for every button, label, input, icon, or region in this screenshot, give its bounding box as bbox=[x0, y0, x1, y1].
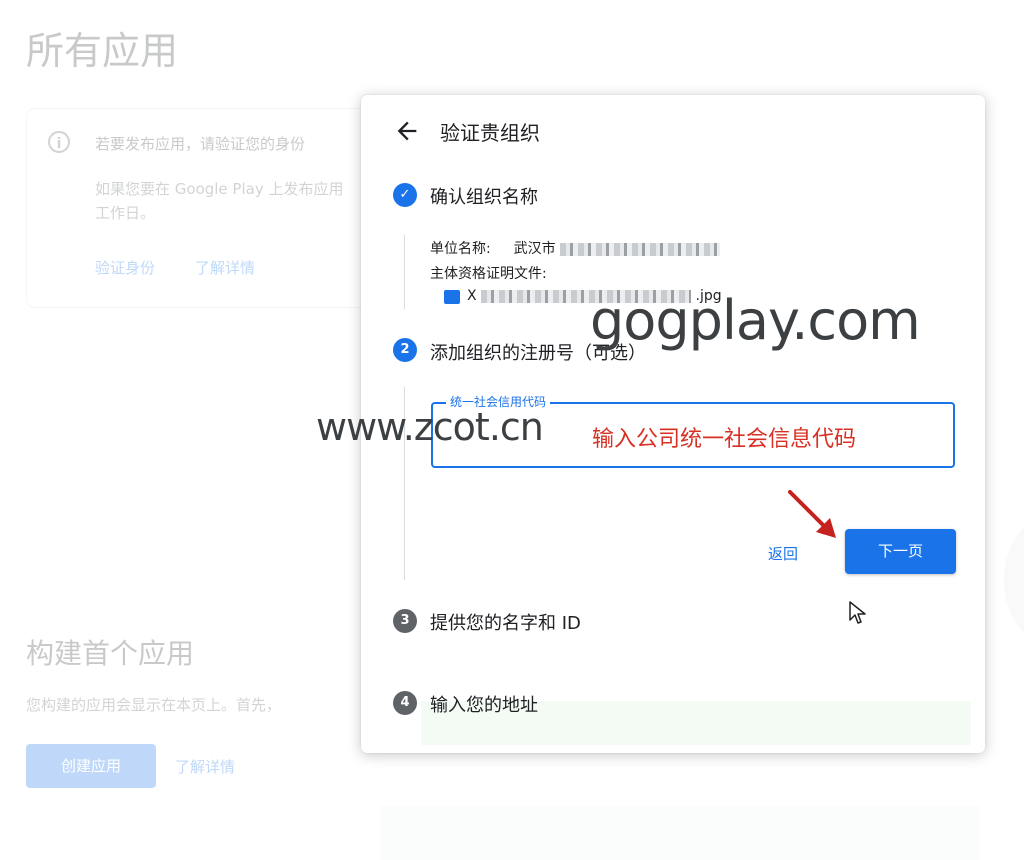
back-button[interactable]: 返回 bbox=[768, 543, 798, 564]
image-file-icon bbox=[444, 290, 460, 304]
decorative-circle bbox=[1004, 520, 1024, 640]
doc-label: 主体资格证明文件: bbox=[430, 266, 547, 282]
step-3-label[interactable]: 提供您的名字和 ID bbox=[430, 609, 581, 635]
step-1-check-icon: ✓ bbox=[393, 183, 417, 207]
next-button[interactable]: 下一页 bbox=[845, 529, 956, 574]
doc-file-prefix: X bbox=[467, 288, 477, 304]
create-app-button[interactable]: 创建应用 bbox=[26, 744, 156, 788]
step-4-label[interactable]: 输入您的地址 bbox=[430, 691, 538, 717]
redacted-org-name bbox=[560, 242, 721, 256]
section-title: 构建首个应用 bbox=[26, 637, 195, 670]
credit-code-hint: 输入公司统一社会信息代码 bbox=[592, 427, 857, 452]
notice-title: 若要发布应用，请验证您的身份 bbox=[95, 135, 306, 153]
org-name-value: 武汉市 bbox=[513, 241, 556, 257]
learn-more-link-2[interactable]: 了解详情 bbox=[175, 756, 235, 777]
step-3-badge: 3 bbox=[393, 609, 417, 633]
org-name-label: 单位名称: bbox=[430, 241, 491, 257]
page-title: 所有应用 bbox=[26, 29, 179, 73]
footer-bar bbox=[380, 806, 980, 860]
org-name-row: 单位名称: 武汉市 bbox=[430, 238, 721, 258]
step-1-label[interactable]: 确认组织名称 bbox=[430, 183, 538, 209]
verify-identity-link[interactable]: 验证身份 bbox=[95, 257, 155, 278]
notice-body: 如果您要在 Google Play 上发布应用 工作日。 bbox=[95, 180, 344, 222]
watermark-zcot: www.zcot.cn bbox=[316, 405, 544, 449]
red-arrow-icon bbox=[788, 490, 836, 538]
info-icon: i bbox=[48, 131, 70, 153]
learn-more-link[interactable]: 了解详情 bbox=[195, 257, 255, 278]
watermark-gogplay: gogplay.com bbox=[590, 289, 921, 352]
step-1-connector bbox=[404, 235, 405, 309]
dialog-title: 验证贵组织 bbox=[440, 121, 540, 145]
section-body: 您构建的应用会显示在本页上。首先， bbox=[26, 696, 282, 714]
step-4-badge: 4 bbox=[393, 691, 417, 715]
mouse-cursor-icon bbox=[849, 601, 866, 624]
arrow-back-icon[interactable] bbox=[393, 117, 421, 145]
step-2-badge: 2 bbox=[393, 338, 417, 362]
